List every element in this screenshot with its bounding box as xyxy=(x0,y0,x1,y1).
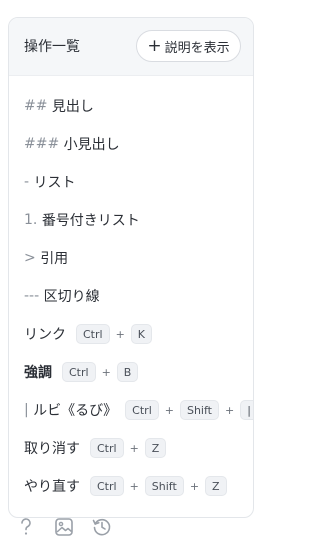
key-separator: + xyxy=(164,403,174,417)
key-separator: + xyxy=(129,479,139,493)
key-z: Z xyxy=(205,476,227,496)
syntax-mark: 1. xyxy=(24,212,38,228)
list-item-redo: やり直す Ctrl + Shift + Z xyxy=(24,470,227,502)
key-separator: + xyxy=(129,441,139,455)
panel-header: 操作一覧 + 説明を表示 xyxy=(9,18,253,76)
key-separator: + xyxy=(224,403,235,417)
list-item-list: - リスト xyxy=(24,166,76,198)
key-shift: Shift xyxy=(144,476,184,496)
list-item-quote: > 引用 xyxy=(24,242,68,274)
shortcut-panel: 操作一覧 + 説明を表示 ## 見出し ### 小見出し - リスト 1. 番号… xyxy=(8,17,254,518)
syntax-mark: - xyxy=(24,174,30,190)
key-ctrl: Ctrl xyxy=(76,324,110,344)
item-label: 小見出し xyxy=(63,137,120,153)
item-label: 見出し xyxy=(51,99,94,115)
item-label: 区切り線 xyxy=(43,289,100,305)
key-z: Z xyxy=(144,438,167,458)
list-item-numbered-list: 1. 番号付きリスト xyxy=(24,204,140,236)
key-separator: + xyxy=(189,479,200,493)
item-label: 強調 xyxy=(24,365,52,381)
item-label: 引用 xyxy=(40,251,69,267)
history-icon[interactable] xyxy=(90,515,114,539)
item-label: 番号付きリスト xyxy=(41,213,140,229)
syntax-mark: ## xyxy=(24,98,48,114)
key-ctrl: Ctrl xyxy=(90,476,124,496)
question-icon[interactable] xyxy=(14,515,38,539)
key-k: K xyxy=(130,324,153,344)
list-item-divider: --- 区切り線 xyxy=(24,280,100,312)
item-label: 取り消す xyxy=(24,441,80,457)
key-ctrl: Ctrl xyxy=(62,362,96,382)
syntax-mark: ### xyxy=(24,136,60,152)
panel-title: 操作一覧 xyxy=(24,39,80,55)
list-item-link: リンク Ctrl + K xyxy=(24,318,153,350)
list-item-undo: 取り消す Ctrl + Z xyxy=(24,432,167,464)
key-ctrl: Ctrl xyxy=(125,400,159,420)
key-ctrl: Ctrl xyxy=(90,438,124,458)
key-separator: + xyxy=(115,327,125,341)
item-label: リスト xyxy=(33,175,76,191)
list-item-subheading: ### 小見出し xyxy=(24,128,120,160)
item-label: やり直す xyxy=(24,479,80,495)
list-item-bold: 強調 Ctrl + B xyxy=(24,356,139,388)
item-label: ルビ《るび》 xyxy=(33,403,118,419)
syntax-mark: | xyxy=(24,402,29,418)
bottom-toolbar xyxy=(14,515,128,539)
show-description-button[interactable]: + 説明を表示 xyxy=(136,30,241,62)
syntax-mark: > xyxy=(24,250,36,266)
image-icon[interactable] xyxy=(52,515,76,539)
plus-icon: + xyxy=(147,35,162,56)
key-b: B xyxy=(116,362,139,382)
show-description-label: 説明を表示 xyxy=(164,40,230,56)
item-label: リンク xyxy=(24,327,66,343)
key-shift: Shift xyxy=(179,400,219,420)
list-item-heading: ## 見出し xyxy=(24,90,94,122)
syntax-mark: --- xyxy=(24,288,40,304)
list-item-ruby: | ルビ《るび》 Ctrl + Shift + | xyxy=(24,394,253,426)
key-pipe: | xyxy=(240,400,253,420)
key-separator: + xyxy=(101,365,111,379)
